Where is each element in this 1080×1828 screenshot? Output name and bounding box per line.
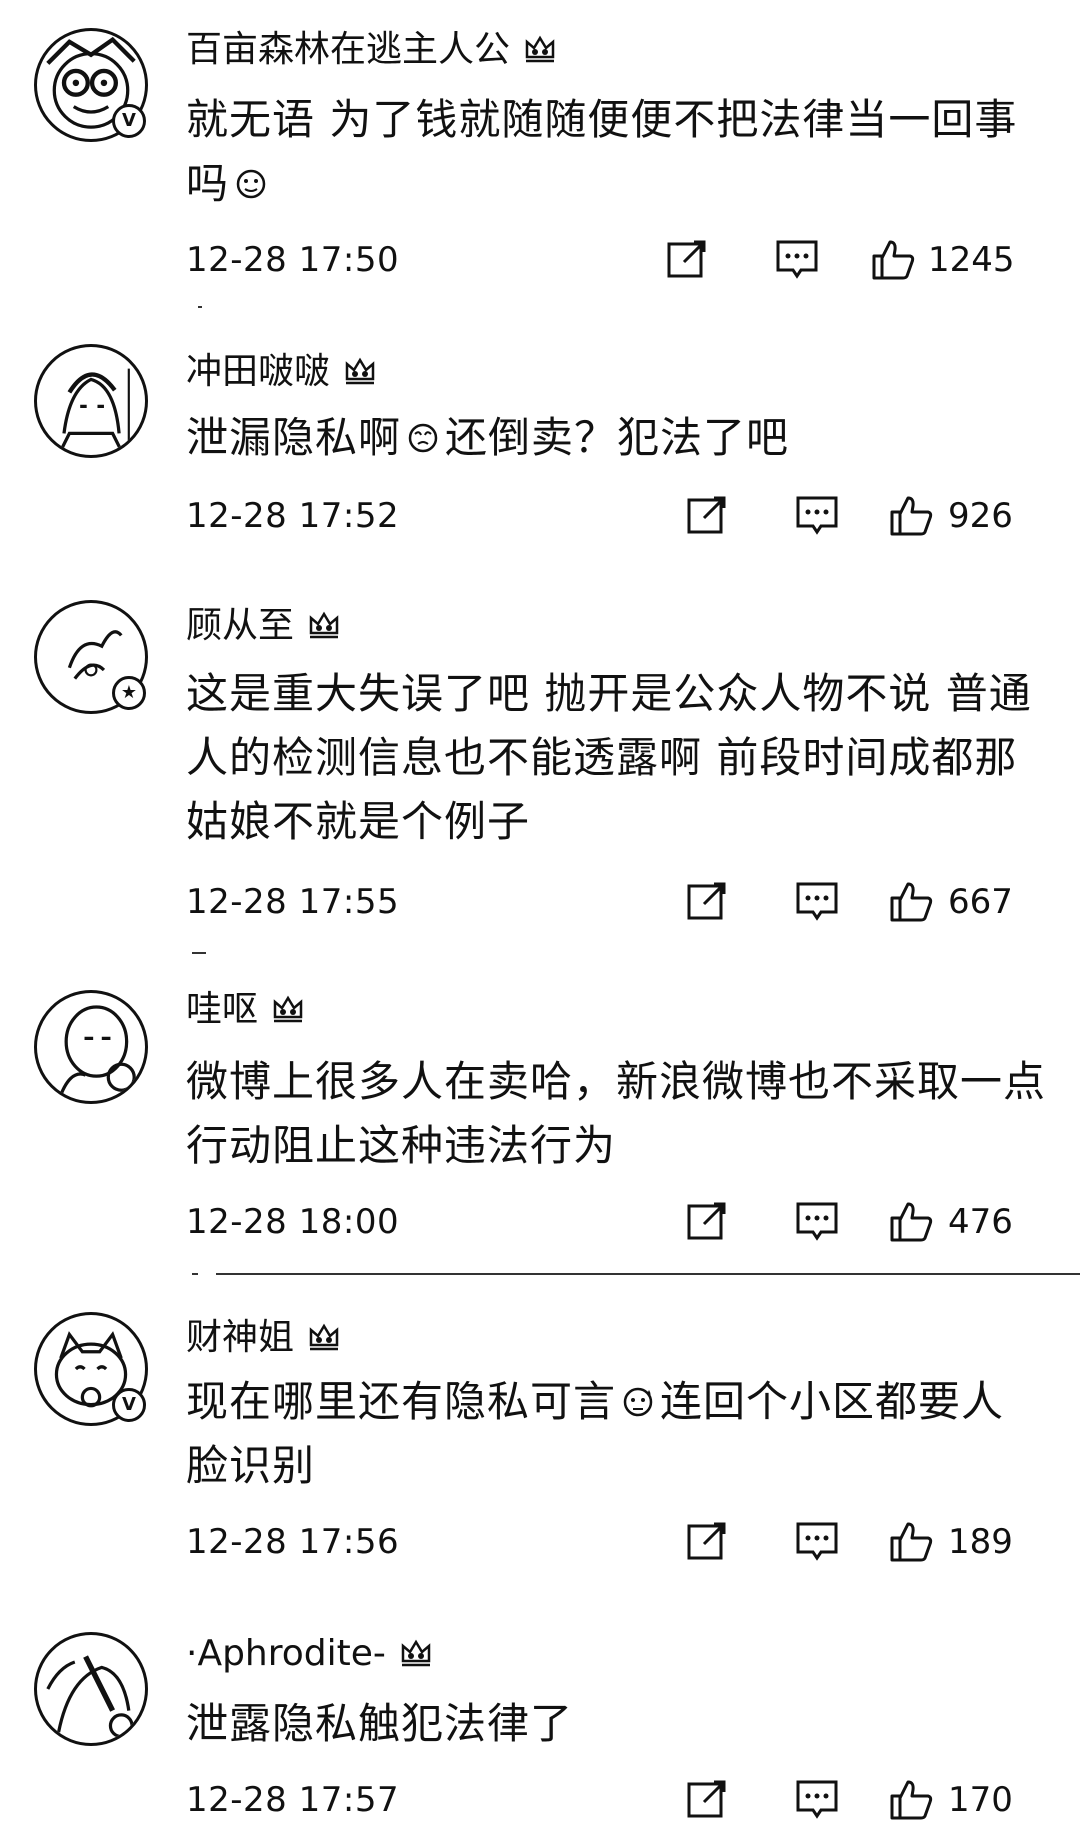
username-text[interactable]: 哇呕 xyxy=(186,989,258,1030)
like-count: 926 xyxy=(948,496,1013,536)
timestamp: 12-28 18:00 xyxy=(186,1202,400,1242)
comment-text: 泄漏隐私啊 还倒卖？犯法了吧 xyxy=(186,406,1046,470)
comment-meta: 12-28 17:56 189 xyxy=(186,1518,1046,1568)
comment-meta: 12-28 18:00 476 xyxy=(186,1198,1046,1248)
comment-text-part: 微博上很多人在卖哈，新浪微博也不采取一点行动阻止这种违法行为 xyxy=(186,1057,1047,1170)
comment-icon[interactable] xyxy=(794,1776,840,1822)
verified-badge-icon: V xyxy=(112,1388,146,1422)
comment-icon[interactable] xyxy=(794,878,840,924)
avatar[interactable] xyxy=(34,1632,148,1746)
share-icon[interactable] xyxy=(684,1776,730,1822)
comment-icon[interactable] xyxy=(794,1198,840,1244)
swirl-face-emoji-icon xyxy=(405,420,441,456)
section-divider xyxy=(216,1273,1080,1275)
crown-icon xyxy=(522,30,558,66)
share-icon[interactable] xyxy=(684,492,730,538)
comment-text-part: 泄露隐私触犯法律了 xyxy=(186,1699,574,1748)
like-count: 1245 xyxy=(928,240,1015,280)
username-text[interactable]: 百亩森林在逃主人公 xyxy=(186,29,510,70)
share-icon[interactable] xyxy=(664,236,710,282)
comment-text-part: 现在哪里还有隐私可言 xyxy=(186,1377,617,1426)
avatar[interactable] xyxy=(34,344,148,458)
comment-text: 泄露隐私触犯法律了 xyxy=(186,1692,1046,1756)
comment-text-part: 就无语 为了钱就随随便便不把法律当一回事吗 xyxy=(186,95,1018,208)
username[interactable]: 顾从至 xyxy=(186,604,342,648)
comment-text-part: 泄漏隐私啊 xyxy=(186,413,402,462)
timestamp: 12-28 17:57 xyxy=(186,1780,400,1820)
username-text[interactable]: 财神姐 xyxy=(186,1317,294,1358)
share-icon[interactable] xyxy=(684,1518,730,1564)
comment-icon[interactable] xyxy=(794,1518,840,1564)
username[interactable]: 财神姐 xyxy=(186,1316,342,1360)
crown-icon xyxy=(306,1318,342,1354)
crown-icon xyxy=(306,606,342,642)
thumbs-up-icon[interactable] xyxy=(888,1198,934,1244)
like-count: 170 xyxy=(948,1780,1013,1820)
username[interactable]: 冲田啵啵 xyxy=(186,350,378,394)
username-text[interactable]: ·Aphrodite- xyxy=(186,1633,386,1674)
comment-text-part: 这是重大失误了吧 抛开是公众人物不说 普通人的检测信息也不能透露啊 前段时间成都… xyxy=(186,669,1032,846)
comment-text-part: 还倒卖？犯法了吧 xyxy=(445,413,790,462)
username[interactable]: ·Aphrodite- xyxy=(186,1632,434,1676)
comment-icon[interactable] xyxy=(794,492,840,538)
member-badge-icon: ★ xyxy=(112,676,146,710)
comment-meta: 12-28 17:55 667 xyxy=(186,878,1046,928)
thumbs-up-icon[interactable] xyxy=(870,236,916,282)
username-text[interactable]: 冲田啵啵 xyxy=(186,351,330,392)
doge-emoji-icon xyxy=(233,166,269,202)
crown-icon xyxy=(398,1634,434,1670)
like-count: 667 xyxy=(948,882,1013,922)
timestamp: 12-28 17:52 xyxy=(186,496,400,536)
timestamp: 12-28 17:50 xyxy=(186,240,400,280)
comment-icon[interactable] xyxy=(774,236,820,282)
divider-mark xyxy=(198,306,202,308)
sweat-face-emoji-icon xyxy=(620,1384,656,1420)
thumbs-up-icon[interactable] xyxy=(888,492,934,538)
like-count: 476 xyxy=(948,1202,1013,1242)
share-icon[interactable] xyxy=(684,878,730,924)
like-count: 189 xyxy=(948,1522,1013,1562)
crown-icon xyxy=(342,352,378,388)
comment-meta: 12-28 17:52 926 xyxy=(186,492,1046,542)
share-icon[interactable] xyxy=(684,1198,730,1244)
thumbs-up-icon[interactable] xyxy=(888,1776,934,1822)
username[interactable]: 哇呕 xyxy=(186,988,306,1032)
avatar[interactable] xyxy=(34,990,148,1104)
timestamp: 12-28 17:56 xyxy=(186,1522,400,1562)
comment-text: 这是重大失误了吧 抛开是公众人物不说 普通人的检测信息也不能透露啊 前段时间成都… xyxy=(186,662,1046,854)
section-divider xyxy=(192,1273,198,1275)
comment-meta: 12-28 17:50 1245 xyxy=(186,236,1046,286)
comment-text: 现在哪里还有隐私可言 连回个小区都要人脸识别 xyxy=(186,1370,1046,1498)
username-text[interactable]: 顾从至 xyxy=(186,605,294,646)
thumbs-up-icon[interactable] xyxy=(888,1518,934,1564)
comment-text: 微博上很多人在卖哈，新浪微博也不采取一点行动阻止这种违法行为 xyxy=(186,1050,1046,1178)
thumbs-up-icon[interactable] xyxy=(888,878,934,924)
comment-meta: 12-28 17:57 170 xyxy=(186,1776,1046,1826)
timestamp: 12-28 17:55 xyxy=(186,882,400,922)
username[interactable]: 百亩森林在逃主人公 xyxy=(186,28,558,72)
verified-badge-icon: V xyxy=(112,104,146,138)
comment-text: 就无语 为了钱就随随便便不把法律当一回事吗 xyxy=(186,88,1046,216)
divider-mark xyxy=(192,952,206,954)
crown-icon xyxy=(270,990,306,1026)
